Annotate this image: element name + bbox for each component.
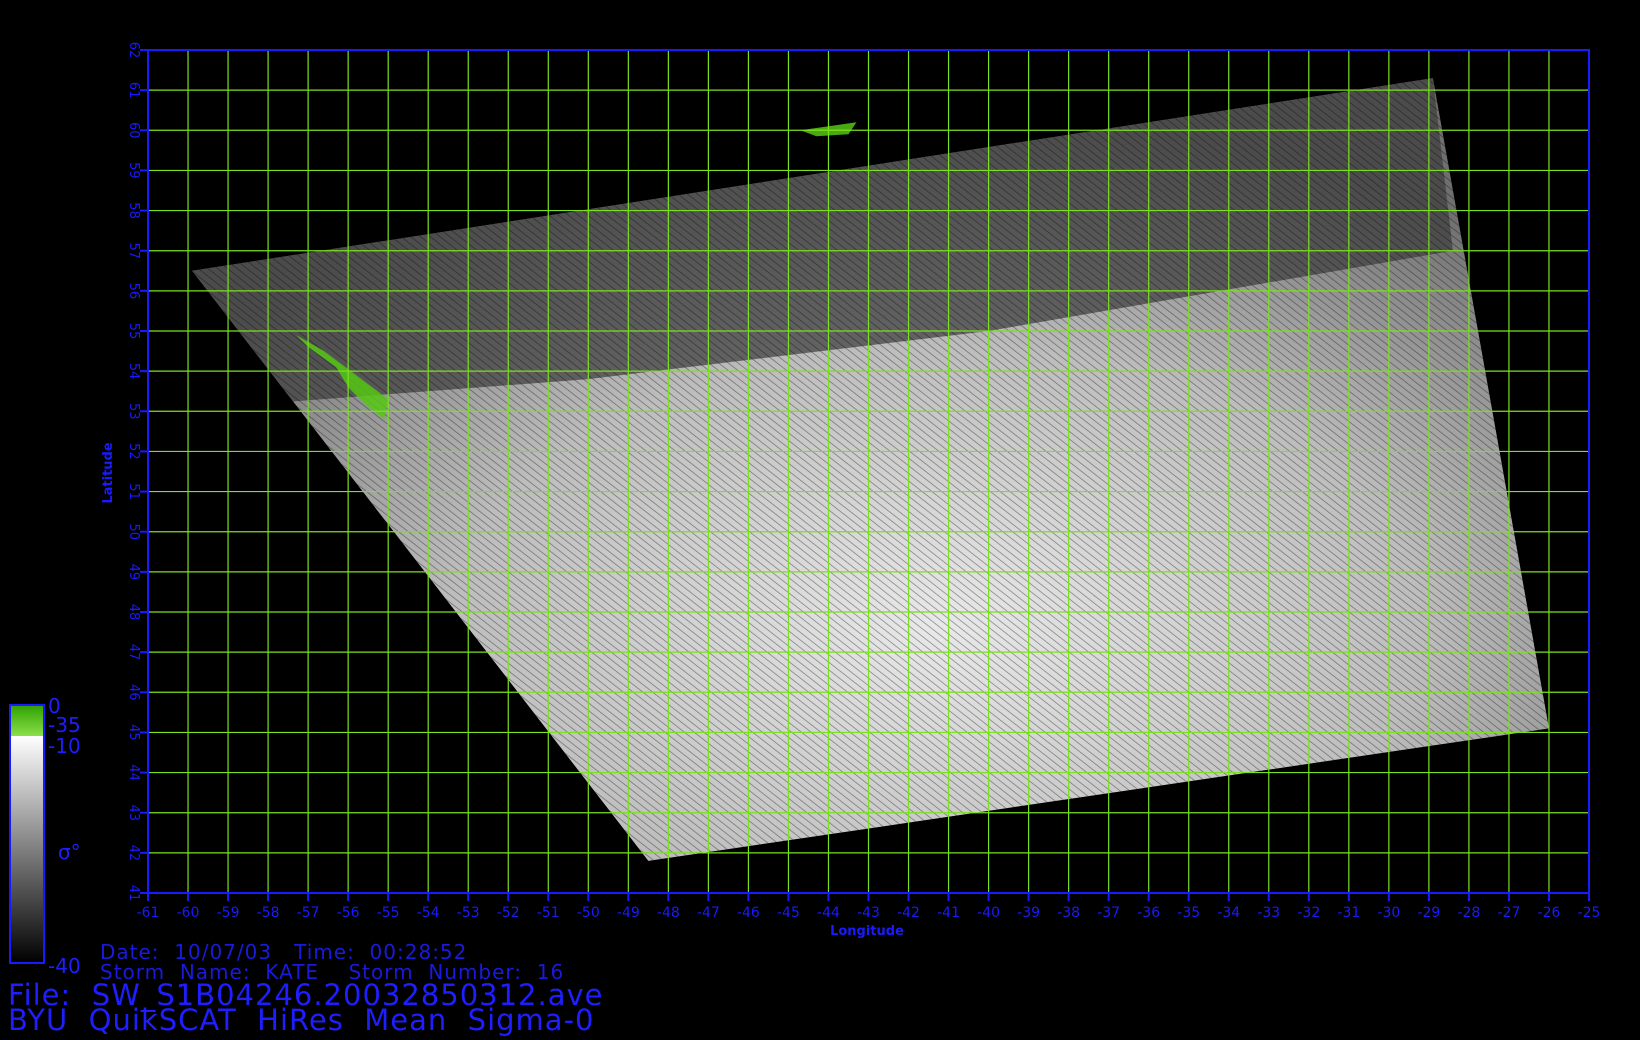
y-tick-label: 58 (126, 202, 141, 219)
colorbar-land-segment (10, 705, 44, 736)
longitude-ticks: -61 -60 -59 -58 -57 -56 -55 -54 -53 -52 -51 -50 -49 -… (137, 893, 1601, 921)
x-tick-label: -49 (617, 905, 640, 921)
y-tick-label: 44 (126, 764, 141, 781)
y-tick-label: 57 (126, 242, 141, 259)
y-tick-label: 49 (126, 564, 141, 581)
x-tick-label: -54 (417, 905, 440, 921)
y-tick-label: 51 (126, 483, 141, 500)
colorbar (9, 704, 45, 964)
y-tick-label: 50 (126, 523, 141, 540)
y-tick-label: 61 (126, 82, 141, 99)
colorbar-label-bottom: -40 (48, 954, 81, 978)
colorbar-label-upper: -10 (48, 734, 81, 758)
x-tick-label: -48 (657, 905, 680, 921)
y-tick-label: 52 (126, 443, 141, 460)
y-tick-label: 48 (126, 604, 141, 621)
colorbar-gradient (10, 736, 44, 963)
latitude-ticks: 41 42 43 44 45 46 47 48 49 50 51 52 53 54 55 56 57 58 59 60… (126, 42, 148, 902)
x-tick-label: -46 (737, 905, 760, 921)
y-tick-label: 43 (126, 804, 141, 821)
x-axis-label: Longitude (830, 924, 904, 939)
x-tick-label: -27 (1498, 905, 1521, 921)
x-tick-label: -44 (817, 905, 840, 921)
x-tick-label: -28 (1457, 905, 1480, 921)
x-tick-label: -40 (977, 905, 1000, 921)
x-tick-label: -36 (1137, 905, 1160, 921)
y-tick-label: 55 (126, 323, 141, 340)
y-tick-label: 59 (126, 162, 141, 179)
x-tick-label: -30 (1377, 905, 1400, 921)
x-tick-label: -37 (1097, 905, 1120, 921)
x-tick-label: -58 (257, 905, 280, 921)
x-tick-label: -55 (377, 905, 400, 921)
title-line: BYU QuikSCAT HiRes Mean Sigma-0 (8, 1003, 595, 1037)
x-tick-label: -51 (537, 905, 560, 921)
x-tick-label: -43 (857, 905, 880, 921)
y-tick-label: 46 (126, 684, 141, 701)
sigma0-map-figure: -61 -60 -59 -58 -57 -56 -55 -54 -53 -52 -51 -50 -49 -… (9, 42, 1601, 964)
colorbar-symbol: σ° (58, 840, 81, 864)
x-tick-label: -47 (697, 905, 720, 921)
y-tick-label: 54 (126, 363, 141, 380)
x-tick-label: -29 (1417, 905, 1440, 921)
y-tick-label: 56 (126, 283, 141, 300)
x-tick-label: -26 (1538, 905, 1561, 921)
x-tick-label: -53 (457, 905, 480, 921)
x-tick-label: -45 (777, 905, 800, 921)
y-tick-label: 45 (126, 724, 141, 741)
x-tick-label: -60 (177, 905, 200, 921)
x-tick-label: -56 (337, 905, 360, 921)
x-tick-label: -41 (937, 905, 960, 921)
x-tick-label: -32 (1297, 905, 1320, 921)
x-tick-label: -61 (137, 905, 160, 921)
x-tick-label: -34 (1217, 905, 1240, 921)
x-tick-label: -35 (1177, 905, 1200, 921)
x-tick-label: -33 (1257, 905, 1280, 921)
x-tick-label: -50 (577, 905, 600, 921)
y-axis-label: Latitude (101, 442, 116, 504)
x-tick-label: -31 (1337, 905, 1360, 921)
y-tick-label: 42 (126, 845, 141, 862)
y-tick-label: 60 (126, 122, 141, 139)
x-tick-label: -25 (1578, 905, 1601, 921)
x-tick-label: -52 (497, 905, 520, 921)
x-tick-label: -57 (297, 905, 320, 921)
y-tick-label: 62 (126, 42, 141, 59)
x-tick-label: -42 (897, 905, 920, 921)
x-tick-label: -59 (217, 905, 240, 921)
y-tick-label: 41 (126, 885, 141, 902)
y-tick-label: 47 (126, 644, 141, 661)
x-tick-label: -39 (1017, 905, 1040, 921)
swath-scan-texture (192, 78, 1549, 861)
x-tick-label: -38 (1057, 905, 1080, 921)
y-tick-label: 53 (126, 403, 141, 420)
